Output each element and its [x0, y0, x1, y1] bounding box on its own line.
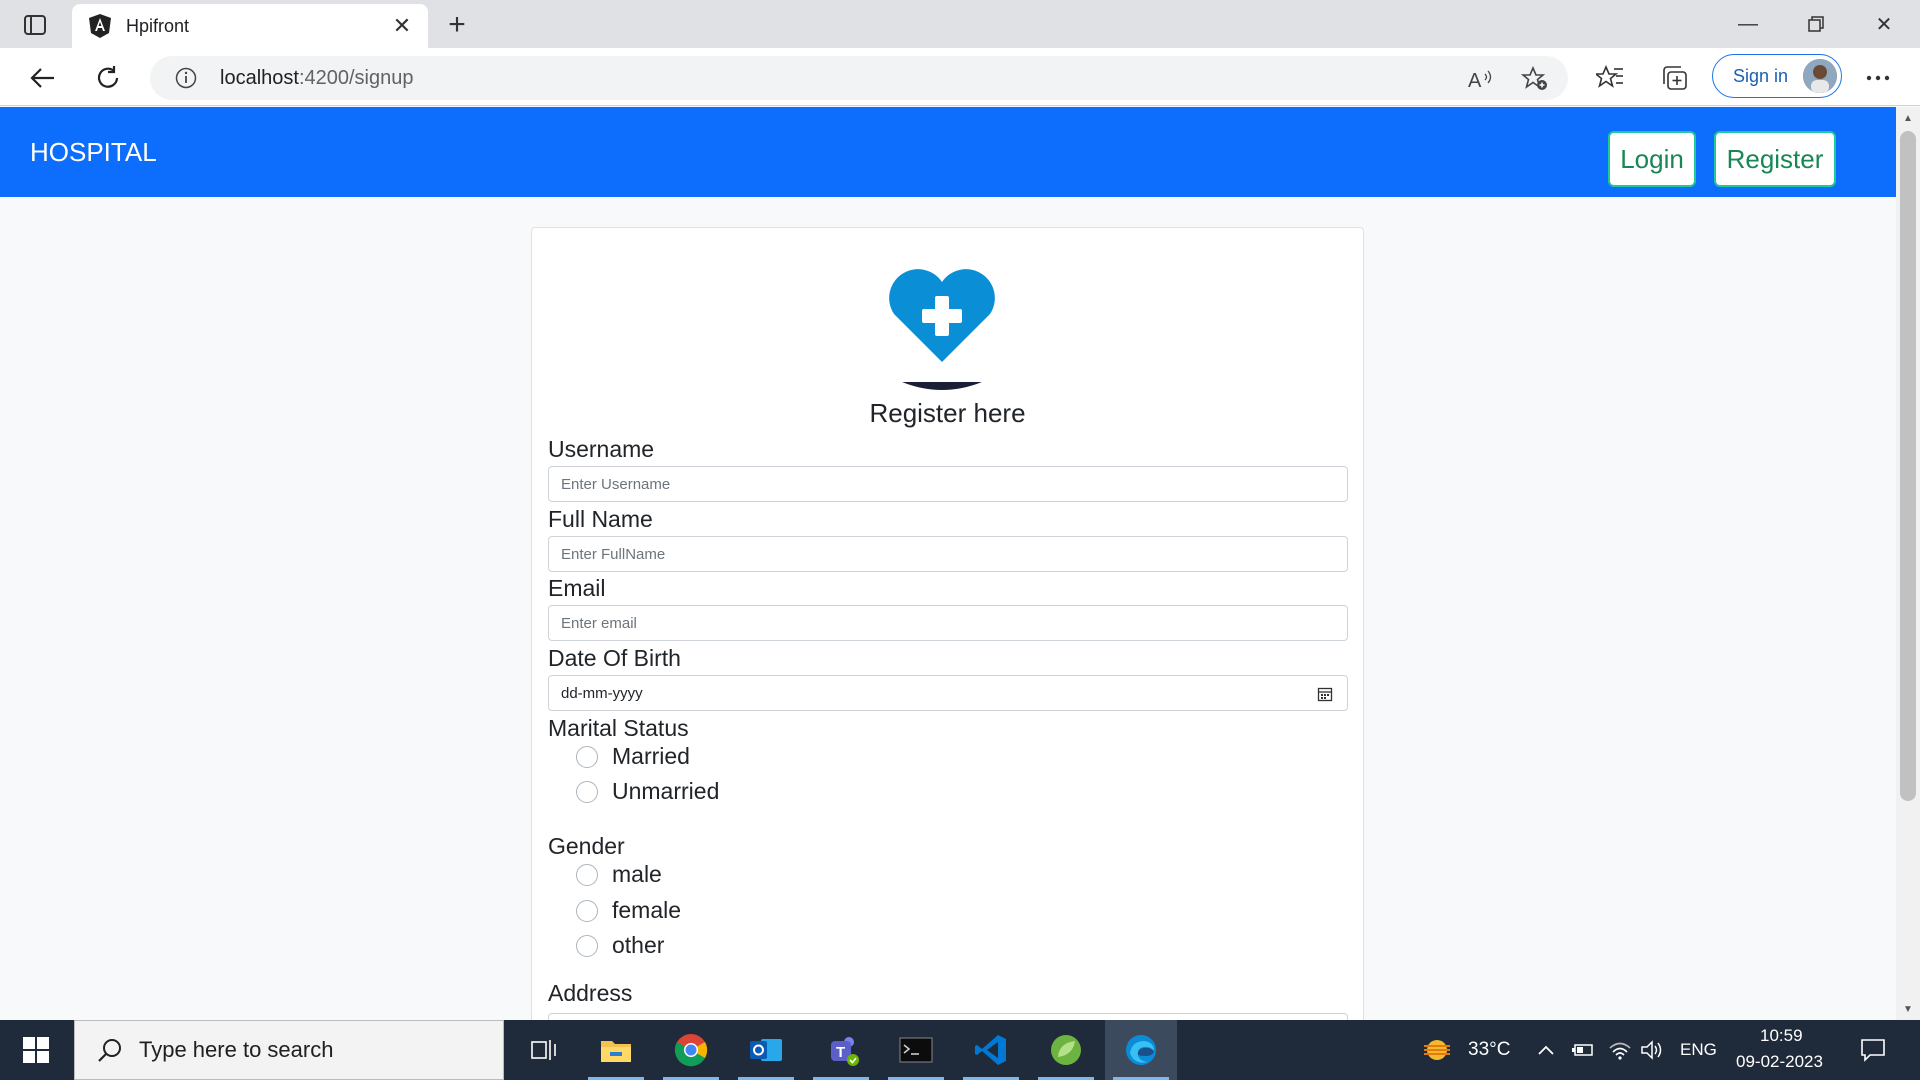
brand-link[interactable]: HOSPITAL — [30, 137, 157, 168]
radio-male[interactable]: male — [576, 861, 662, 888]
fullname-label: Full Name — [548, 506, 653, 532]
clock-date[interactable]: 09-02-2023 — [1736, 1052, 1823, 1072]
teams-icon[interactable]: T — [805, 1020, 877, 1080]
radio-button[interactable] — [576, 745, 598, 768]
close-window-icon[interactable]: ✕ — [1850, 0, 1918, 48]
edge-icon[interactable] — [1105, 1020, 1177, 1080]
radio-label: Unmarried — [612, 778, 720, 804]
minimize-icon[interactable]: — — [1714, 0, 1782, 48]
refresh-icon[interactable] — [88, 58, 128, 98]
register-button[interactable]: Register — [1714, 131, 1836, 187]
sign-in-button[interactable]: Sign in — [1712, 54, 1842, 98]
svg-text:A: A — [1468, 70, 1482, 90]
radio-button[interactable] — [576, 934, 598, 957]
calendar-icon[interactable] — [1317, 686, 1333, 702]
url-path: :4200/signup — [298, 66, 414, 89]
angular-icon — [88, 14, 112, 38]
site-info-icon[interactable] — [174, 66, 198, 90]
navbar: HOSPITAL Login Register — [0, 107, 1896, 197]
username-input[interactable]: Enter Username — [548, 466, 1348, 502]
vscode-icon[interactable] — [955, 1020, 1027, 1080]
scroll-thumb[interactable] — [1900, 131, 1916, 801]
page-viewport: HOSPITAL Login Register Register here Us… — [0, 107, 1896, 1020]
windows-start-icon[interactable] — [0, 1020, 72, 1080]
username-label: Username — [548, 436, 655, 462]
browser-tab-strip: Hpifront ✕ + — ✕ — [0, 0, 1920, 48]
page-scrollbar[interactable]: ▲ ▼ — [1896, 107, 1920, 1020]
radio-button[interactable] — [576, 863, 598, 886]
url-host: localhost — [220, 66, 299, 89]
new-tab-icon[interactable]: + — [440, 8, 474, 42]
address-label: Address — [548, 980, 633, 1006]
sign-in-label: Sign in — [1733, 65, 1789, 86]
radio-button[interactable] — [576, 899, 598, 922]
taskbar-search-box[interactable]: Type here to search — [74, 1020, 504, 1080]
search-placeholder: Type here to search — [139, 1037, 334, 1062]
email-label: Email — [548, 575, 606, 601]
temperature-text[interactable]: 33°C — [1468, 1039, 1510, 1061]
search-icon — [95, 1035, 125, 1065]
radio-female[interactable]: female — [576, 897, 681, 924]
notifications-icon[interactable] — [1858, 1038, 1888, 1062]
radio-other[interactable]: other — [576, 932, 664, 959]
file-explorer-icon[interactable] — [580, 1020, 652, 1080]
add-favorite-icon[interactable] — [1520, 64, 1550, 94]
gender-label: Gender — [548, 833, 625, 859]
collections-icon[interactable] — [1658, 60, 1694, 96]
radio-married[interactable]: Married — [576, 743, 690, 770]
heart-cross-logo-icon — [889, 269, 995, 390]
dob-placeholder: dd-mm-yyyy — [561, 684, 643, 702]
login-button[interactable]: Login — [1608, 131, 1696, 187]
form-title: Register here — [869, 398, 1026, 428]
fullname-input[interactable]: Enter FullName — [548, 536, 1348, 572]
restore-icon[interactable] — [1782, 0, 1850, 48]
url-text: localhost:4200/signup — [220, 67, 413, 90]
dob-input[interactable]: dd-mm-yyyy — [548, 675, 1348, 711]
radio-unmarried[interactable]: Unmarried — [576, 778, 719, 805]
back-icon[interactable] — [22, 58, 62, 98]
address-bar[interactable]: localhost:4200/signup A — [150, 56, 1568, 100]
tab-actions-icon[interactable] — [18, 12, 52, 38]
browser-tab[interactable]: Hpifront ✕ — [72, 4, 428, 48]
register-card: Register here Username Enter Username Fu… — [531, 227, 1364, 1020]
read-aloud-icon[interactable]: A — [1466, 64, 1496, 94]
tab-title: Hpifront — [126, 15, 190, 36]
address-input[interactable] — [548, 1013, 1348, 1020]
chrome-icon[interactable] — [655, 1020, 727, 1080]
more-options-icon[interactable] — [1860, 60, 1896, 96]
wifi-icon[interactable] — [1608, 1038, 1632, 1062]
battery-icon[interactable] — [1570, 1038, 1594, 1062]
close-tab-icon[interactable]: ✕ — [390, 13, 414, 38]
radio-label: female — [612, 897, 682, 923]
language-indicator[interactable]: ENG — [1680, 1040, 1717, 1060]
terminal-icon[interactable] — [880, 1020, 952, 1080]
radio-label: other — [612, 932, 665, 958]
spring-tool-suite-icon[interactable] — [1030, 1020, 1102, 1080]
browser-toolbar: localhost:4200/signup A Sign in — [0, 48, 1920, 106]
radio-button[interactable] — [576, 780, 598, 803]
favorites-icon[interactable] — [1592, 60, 1628, 96]
scroll-up-icon[interactable]: ▲ — [1896, 109, 1920, 127]
outlook-icon[interactable] — [730, 1020, 802, 1080]
marital-status-label: Marital Status — [548, 715, 689, 741]
clock-time[interactable]: 10:59 — [1760, 1026, 1803, 1046]
scroll-down-icon[interactable]: ▼ — [1896, 1000, 1920, 1018]
dob-label: Date Of Birth — [548, 645, 681, 671]
weather-sun-icon[interactable] — [1420, 1038, 1454, 1062]
volume-icon[interactable] — [1640, 1038, 1664, 1062]
profile-avatar — [1803, 59, 1837, 93]
chevron-up-icon[interactable] — [1534, 1038, 1558, 1062]
email-input[interactable]: Enter email — [548, 605, 1348, 641]
svg-text:T: T — [836, 1044, 845, 1061]
task-view-icon[interactable] — [508, 1020, 580, 1080]
taskbar: Type here to search T 33°C ENG 10:59 09-… — [0, 1020, 1920, 1080]
radio-label: male — [612, 861, 662, 887]
radio-label: Married — [612, 743, 690, 769]
